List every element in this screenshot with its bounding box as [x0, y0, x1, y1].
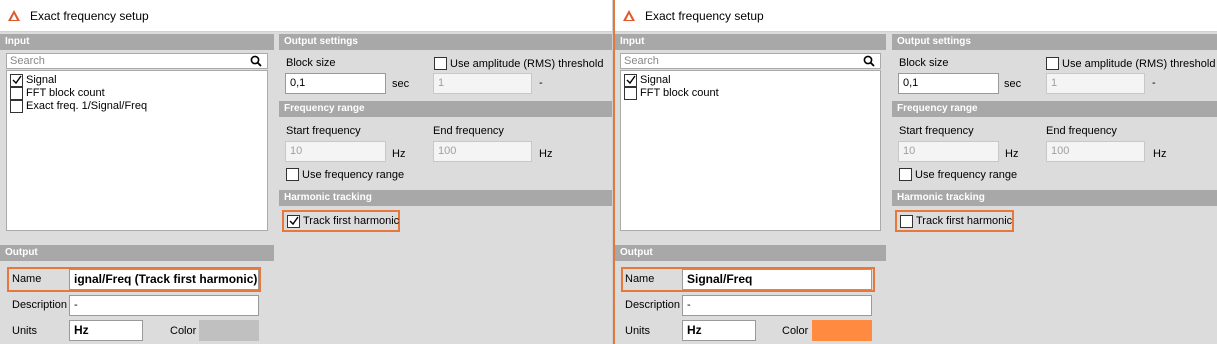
title-bar: Exact frequency setup: [615, 0, 1217, 32]
use-frequency-range-checkbox[interactable]: [286, 168, 299, 181]
description-label: Description: [625, 299, 681, 311]
block-size-unit: sec: [392, 78, 410, 90]
signal-checkbox[interactable]: [624, 74, 637, 87]
threshold-field[interactable]: 1: [1046, 73, 1145, 94]
search-input[interactable]: Search: [6, 53, 268, 69]
list-item-label: Signal: [26, 74, 57, 86]
app-logo-icon: [623, 10, 635, 21]
search-input[interactable]: Search: [620, 53, 881, 69]
search-icon[interactable]: [863, 55, 875, 67]
use-threshold-checkbox[interactable]: [434, 57, 447, 70]
signal-checkbox[interactable]: [10, 74, 23, 87]
list-item-label: FFT block count: [640, 87, 719, 99]
name-label: Name: [12, 273, 42, 285]
app-logo-icon: [8, 10, 20, 21]
use-threshold-label: Use amplitude (RMS) threshold: [450, 58, 604, 70]
frequency-range-header: Frequency range: [279, 101, 612, 117]
use-frequency-range-label: Use frequency range: [302, 169, 405, 181]
end-frequency-unit: Hz: [539, 148, 553, 160]
output-section-header: Output: [615, 245, 886, 261]
start-frequency-unit: Hz: [1005, 148, 1019, 160]
end-frequency-field[interactable]: 100: [433, 141, 532, 162]
start-frequency-unit: Hz: [392, 148, 406, 160]
use-threshold-label: Use amplitude (RMS) threshold: [1062, 58, 1216, 70]
units-field[interactable]: Hz: [682, 320, 756, 341]
window-title: Exact frequency setup: [30, 9, 149, 23]
right-dialog: Exact frequency setup Input Search Signa…: [615, 0, 1217, 344]
start-frequency-field[interactable]: 10: [285, 141, 386, 162]
start-frequency-label: Start frequency: [899, 125, 974, 137]
output-settings-header: Output settings: [279, 34, 612, 50]
track-first-harmonic-checkbox[interactable]: [900, 215, 913, 228]
search-placeholder: Search: [624, 55, 659, 67]
title-bar: Exact frequency setup: [0, 0, 612, 32]
units-label: Units: [625, 325, 651, 337]
input-list[interactable]: Signal FFT block count Exact freq. 1/Sig…: [6, 70, 268, 231]
track-first-harmonic-checkbox[interactable]: [287, 215, 300, 228]
list-item-label: FFT block count: [26, 87, 105, 99]
harmonic-tracking-header: Harmonic tracking: [892, 190, 1217, 206]
input-section-header: Input: [0, 34, 274, 50]
use-frequency-range-label: Use frequency range: [915, 169, 1018, 181]
color-label: Color: [782, 325, 809, 337]
track-first-harmonic-label: Track first harmonic: [303, 215, 400, 227]
output-section-header: Output: [0, 245, 274, 261]
name-field[interactable]: ignal/Freq (Track first harmonic): [69, 269, 259, 290]
use-threshold-checkbox[interactable]: [1046, 57, 1059, 70]
search-placeholder: Search: [10, 55, 45, 67]
start-frequency-label: Start frequency: [286, 125, 361, 137]
input-list[interactable]: Signal FFT block count: [620, 70, 881, 231]
threshold-unit: -: [1152, 77, 1156, 89]
block-size-label: Block size: [899, 57, 949, 69]
name-field[interactable]: Signal/Freq: [682, 269, 872, 290]
window-title: Exact frequency setup: [645, 9, 764, 23]
threshold-unit: -: [539, 77, 543, 89]
input-section-header: Input: [615, 34, 886, 50]
track-first-harmonic-label: Track first harmonic: [916, 215, 1013, 227]
block-size-unit: sec: [1004, 78, 1022, 90]
start-frequency-field[interactable]: 10: [898, 141, 999, 162]
end-frequency-field[interactable]: 100: [1046, 141, 1145, 162]
description-field[interactable]: -: [682, 295, 872, 316]
check-icon: [12, 75, 22, 85]
color-swatch[interactable]: [199, 320, 259, 341]
end-frequency-unit: Hz: [1153, 148, 1167, 160]
use-frequency-range-checkbox[interactable]: [899, 168, 912, 181]
list-item-label: Signal: [640, 74, 671, 86]
output-settings-header: Output settings: [892, 34, 1217, 50]
threshold-field[interactable]: 1: [433, 73, 532, 94]
check-icon: [626, 75, 636, 85]
frequency-range-header: Frequency range: [892, 101, 1217, 117]
fft-block-count-checkbox[interactable]: [10, 87, 23, 100]
search-icon[interactable]: [250, 55, 262, 67]
color-swatch[interactable]: [812, 320, 872, 341]
color-label: Color: [170, 325, 197, 337]
block-size-field[interactable]: 0,1: [898, 73, 999, 94]
fft-block-count-checkbox[interactable]: [624, 87, 637, 100]
list-item-label: Exact freq. 1/Signal/Freq: [26, 100, 148, 112]
end-frequency-label: End frequency: [433, 125, 504, 137]
exact-freq-checkbox[interactable]: [10, 100, 23, 113]
units-label: Units: [12, 325, 38, 337]
block-size-label: Block size: [286, 57, 336, 69]
name-label: Name: [625, 273, 655, 285]
block-size-field[interactable]: 0,1: [285, 73, 386, 94]
units-field[interactable]: Hz: [69, 320, 143, 341]
harmonic-tracking-header: Harmonic tracking: [279, 190, 612, 206]
description-field[interactable]: -: [69, 295, 259, 316]
end-frequency-label: End frequency: [1046, 125, 1117, 137]
left-dialog: Exact frequency setup Input Search Signa…: [0, 0, 613, 344]
description-label: Description: [12, 299, 68, 311]
check-icon: [289, 216, 299, 226]
